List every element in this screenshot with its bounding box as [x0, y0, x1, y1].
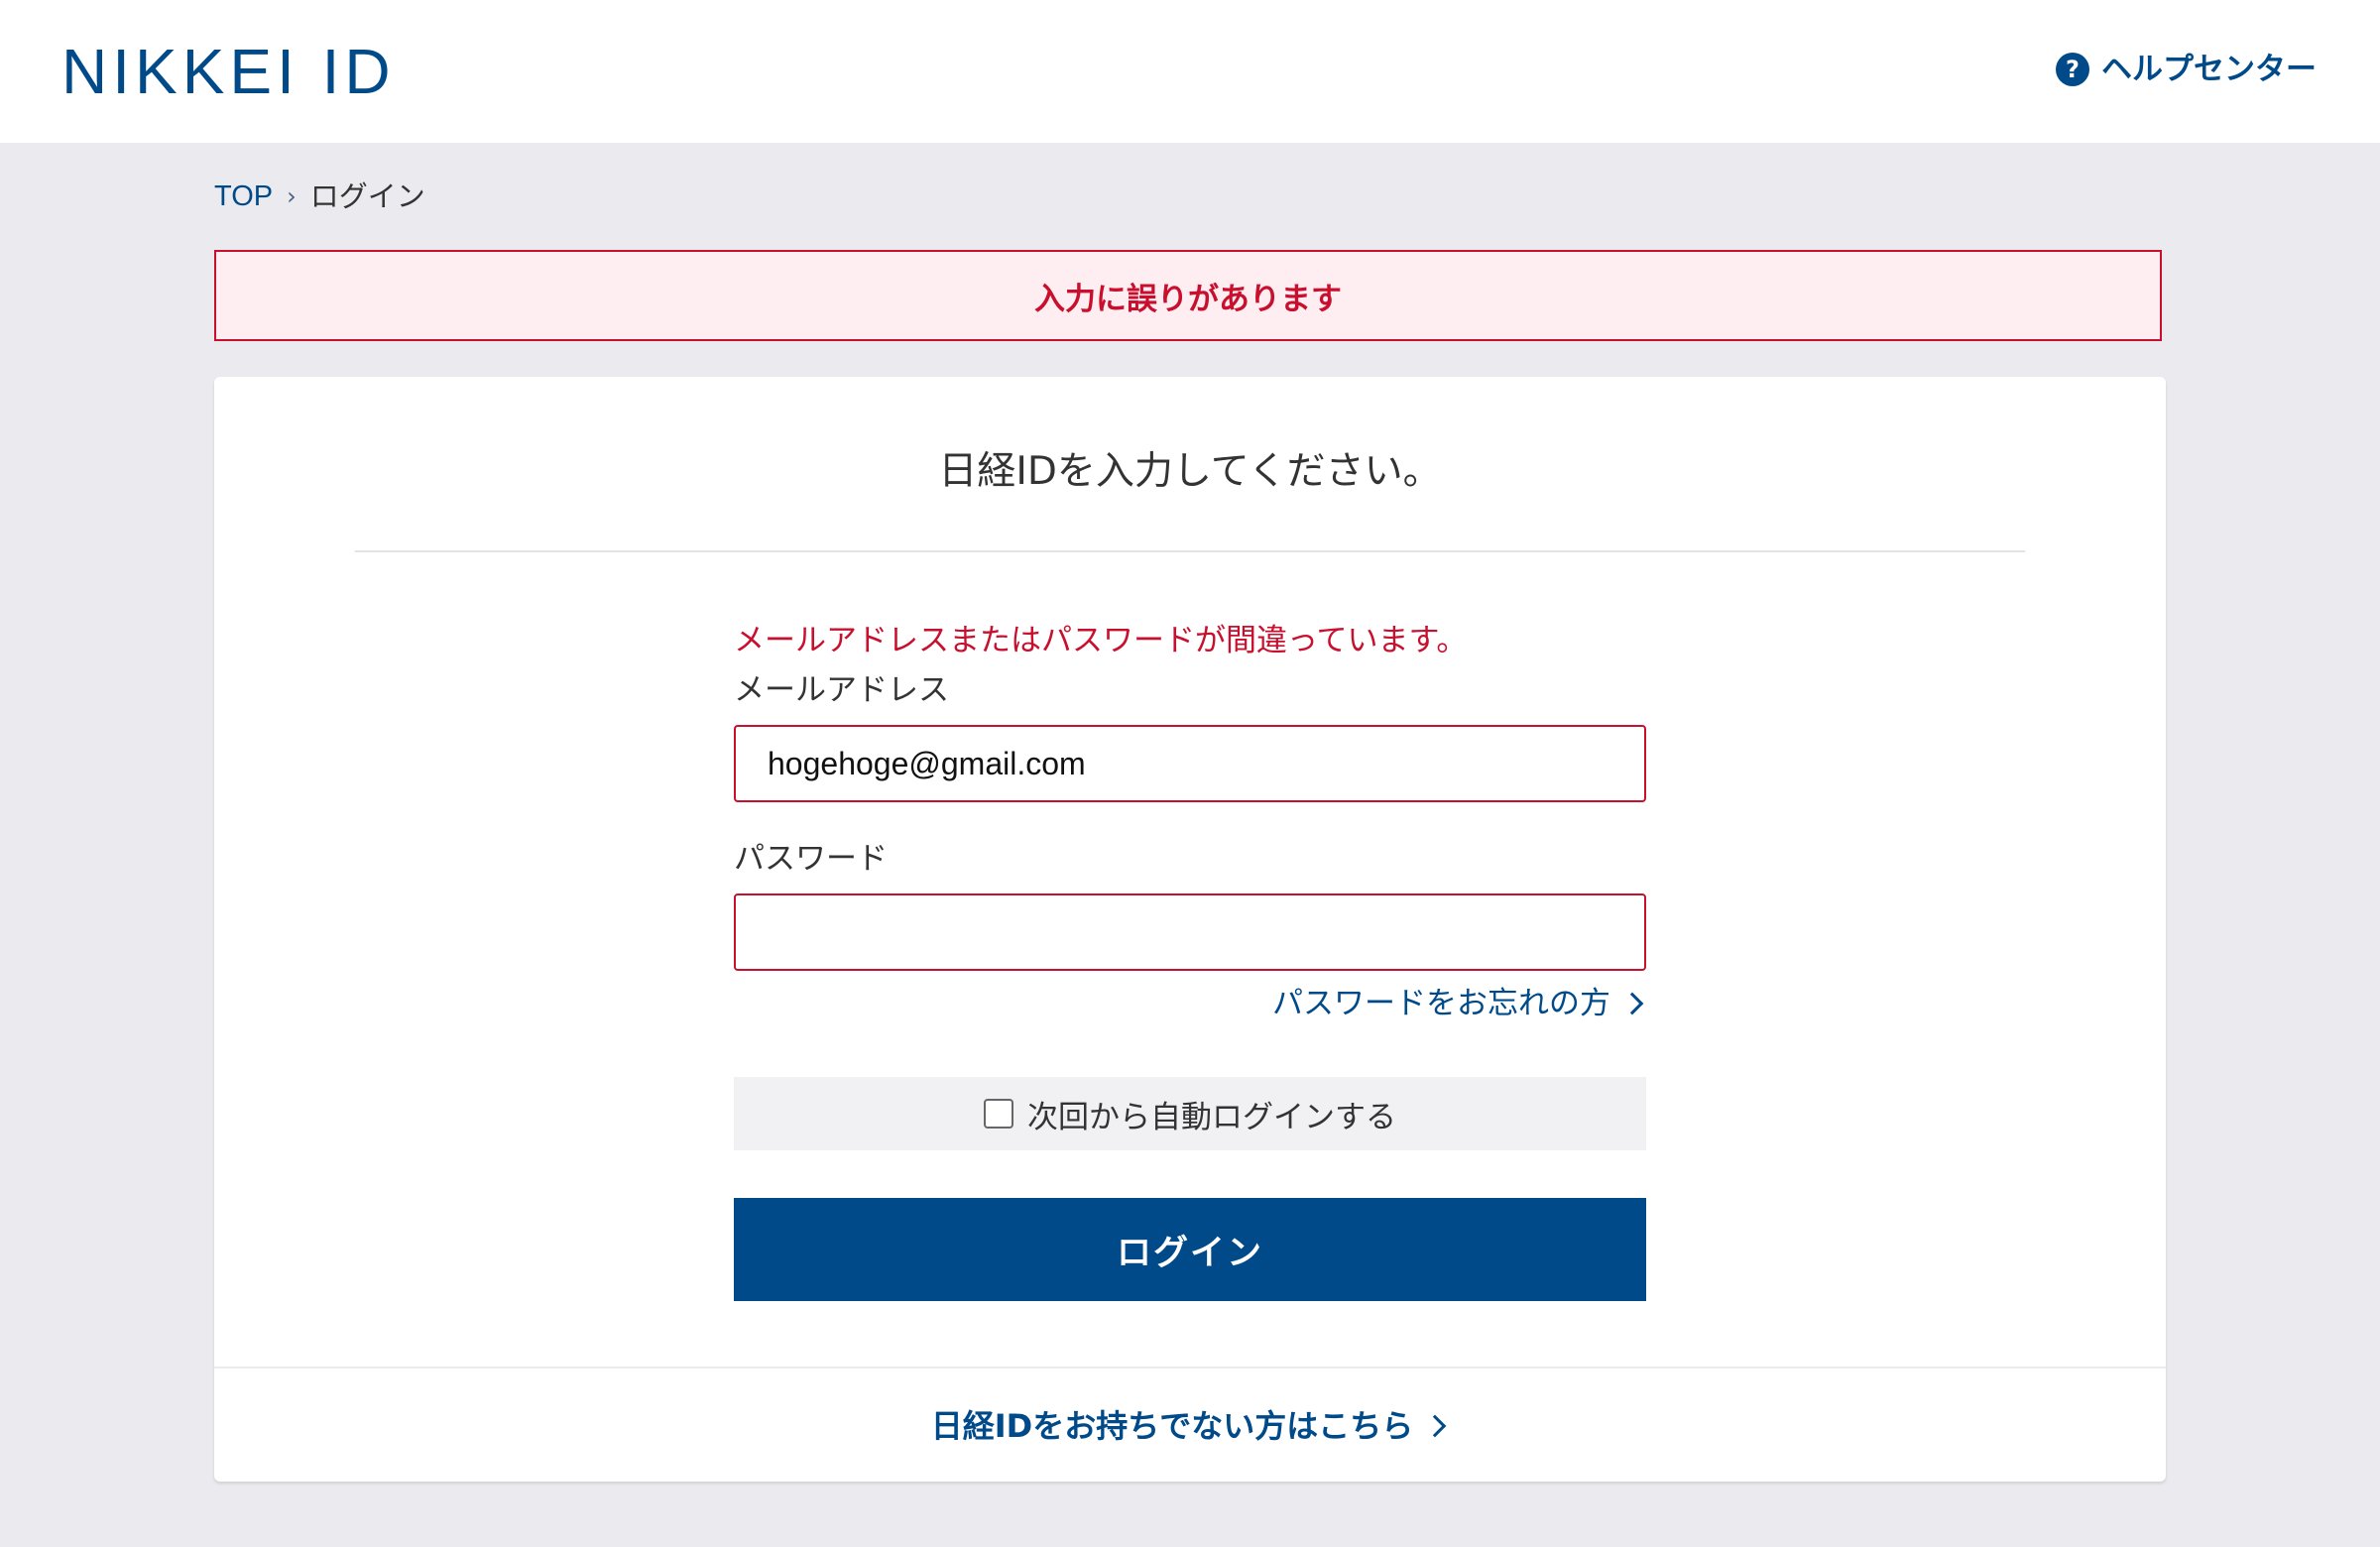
divider — [355, 550, 2025, 552]
signup-section: 日経IDをお持ちでない方はこちら — [214, 1402, 2166, 1450]
question-icon: ? — [2056, 53, 2089, 86]
help-center-label: ヘルプセンター — [2101, 52, 2317, 87]
error-banner: 入力に誤りがあります — [214, 250, 2162, 341]
signup-label: 日経IDをお持ちでない方はこちら — [930, 1407, 1414, 1445]
breadcrumb-current: ログイン — [309, 179, 425, 213]
login-button[interactable]: ログイン — [734, 1198, 1646, 1301]
forgot-password-label: パスワードをお忘れの方 — [1272, 986, 1610, 1021]
chevron-right-icon: › — [287, 182, 297, 210]
auto-login-option[interactable]: 次回から自動ログインする — [734, 1077, 1646, 1150]
email-label: メールアドレス — [734, 672, 949, 708]
site-header: NIKKEI ID ? ヘルプセンター — [0, 0, 2380, 143]
password-field[interactable] — [734, 893, 1646, 971]
password-label: パスワード — [734, 841, 888, 877]
divider — [214, 1367, 2166, 1368]
email-field[interactable]: hogehoge@gmail.com — [734, 725, 1646, 802]
nikkei-id-logo[interactable]: NIKKEI ID — [61, 40, 396, 103]
help-center-link[interactable]: ? ヘルプセンター — [2056, 50, 2317, 89]
auto-login-checkbox[interactable] — [984, 1099, 1013, 1129]
breadcrumb-top-link[interactable]: TOP — [214, 177, 273, 216]
chevron-right-icon — [1620, 992, 1644, 1015]
signup-link[interactable]: 日経IDをお持ちでない方はこちら — [931, 1402, 1449, 1450]
login-title: 日経IDを入力してください。 — [938, 449, 1442, 494]
form-error-message: メールアドレスまたはパスワードが間違っています。 — [734, 623, 1468, 658]
auto-login-label: 次回から自動ログインする — [1027, 1099, 1396, 1135]
forgot-password-link[interactable]: パスワードをお忘れの方 — [1272, 982, 1646, 1025]
breadcrumb: TOP › ログイン — [214, 177, 425, 216]
login-card: 日経IDを入力してください。 メールアドレスまたはパスワードが間違っています。 … — [214, 377, 2166, 1482]
chevron-right-icon — [1423, 1414, 1447, 1438]
